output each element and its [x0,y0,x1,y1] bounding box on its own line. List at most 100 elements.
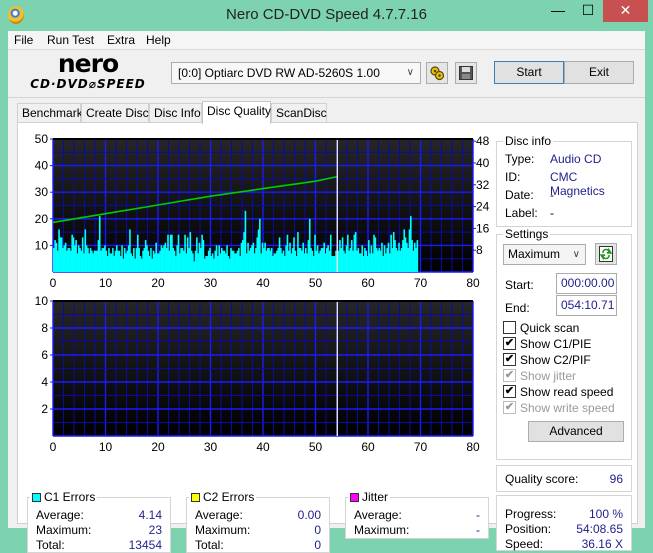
show-jitter-label: Show jitter [520,369,577,383]
disc-info-group: Disc info Type: Audio CD ID: CMC Magneti… [496,134,632,227]
c2-chart: 0 10 20 30 40 50 60 70 80 2 4 6 8 10 [18,291,498,461]
drive-info-button[interactable] [426,62,448,84]
drive-select[interactable]: [0:0] Optiarc DVD RW AD-5260S 1.00 ∨ [171,62,421,84]
x-tick-label: 40 [256,440,270,454]
drive-select-value: [0:0] Optiarc DVD RW AD-5260S 1.00 [178,66,380,80]
menu-help[interactable]: Help [146,33,171,47]
y-tick-label: 6 [41,348,48,362]
x-tick-label: 20 [151,276,165,290]
gear-link-icon [430,66,445,81]
y2-tick-label: 24 [476,200,490,214]
title-bar: Nero CD-DVD Speed 4.7.7.16 — ☐ ✕ [0,0,653,31]
y2-tick-label: 48 [476,134,490,148]
jitter-average-value: - [476,508,480,522]
progress-value: 100 % [588,507,623,521]
c1-title-text: C1 Errors [44,490,96,504]
floppy-disk-icon [459,66,473,80]
jitter-title: Jitter [348,490,391,504]
menu-run-test[interactable]: Run Test [47,33,94,47]
y-tick-label: 20 [35,212,49,226]
c1-bar [416,240,419,272]
speed-label: Speed: [505,537,544,551]
y-tick-label: 2 [41,402,48,416]
x-tick-label: 80 [466,440,480,454]
disc-info-title: Disc info [503,134,554,148]
show-write-speed-checkbox: ✔ Show write speed [503,401,615,415]
speed-select-value: Maximum [508,247,561,261]
show-c1-label: Show C1/PIE [520,337,592,351]
start-label: Start: [505,278,534,292]
c1-average-value: 4.14 [138,508,162,522]
c2-total-value: 0 [314,538,321,552]
y-tick-label: 40 [35,159,49,173]
start-button[interactable]: Start [494,61,564,84]
y2-tick-label: 32 [476,178,490,192]
close-button[interactable]: ✕ [603,0,648,22]
disc-type-label: Type: [505,152,535,166]
quality-score-value: 96 [609,472,623,486]
y2-tick-label: 40 [476,156,490,170]
x-tick-label: 30 [204,276,218,290]
start-time-input[interactable]: 000:00.00 [556,273,617,294]
c2-chart-svg: 0 10 20 30 40 50 60 70 80 2 4 6 8 10 [35,294,480,454]
x-tick-label: 60 [361,276,375,290]
advanced-button[interactable]: Advanced [528,421,624,442]
quick-scan-checkbox[interactable]: Quick scan [503,321,579,335]
c1-errors-group: C1 Errors Average: 4.14 Maximum: 23 Tota… [27,490,171,553]
tab-create-disc[interactable]: Create Disc [81,103,149,123]
progress-label: Progress: [505,507,557,521]
jitter-maximum-value: - [476,523,480,537]
menu-file[interactable]: File [14,33,33,47]
end-time-input[interactable]: 054:10.71 [556,295,617,316]
show-c1-checkbox[interactable]: ✔ Show C1/PIE [503,337,591,351]
minimize-button[interactable]: — [543,0,573,22]
x-tick-label: 50 [309,440,323,454]
disc-label-label: Label: [505,206,538,220]
x-tick-label: 70 [414,440,428,454]
tab-benchmark[interactable]: Benchmark [17,103,83,123]
settings-title: Settings [503,227,551,241]
c2-maximum-value: 0 [314,523,321,537]
logo-subtitle: CD·DVD⌀SPEED [30,77,146,91]
c1-maximum-value: 23 [148,523,162,537]
c1-chart: 0 10 20 30 40 50 60 70 80 10 20 30 40 50 8 16 24 32 40 48 [18,123,498,293]
c1-average-label: Average: [36,508,84,522]
show-c2-checkbox[interactable]: ✔ Show C2/PIF [503,353,591,367]
checkmark-icon: ✔ [503,337,516,350]
tab-disc-quality[interactable]: Disc Quality [202,101,271,124]
refresh-button[interactable] [595,243,617,265]
end-label: End: [505,301,530,315]
speed-select[interactable]: Maximum ∨ [503,244,586,265]
y-tick-label: 10 [35,238,49,252]
show-jitter-checkbox: ✔ Show jitter [503,369,576,383]
maximize-button[interactable]: ☐ [573,0,603,22]
x-tick-label: 20 [151,440,165,454]
exit-button[interactable]: Exit [564,61,634,84]
y-tick-label: 50 [35,132,49,146]
tab-scandisc[interactable]: ScanDisc [271,103,327,123]
progress-group: Progress: 100 % Position: 54:08.65 Speed… [496,495,632,551]
x-tick-label: 10 [99,276,113,290]
x-tick-label: 70 [414,276,428,290]
save-button[interactable] [455,62,477,84]
disc-label-value: - [550,206,554,220]
quick-scan-label: Quick scan [520,321,580,335]
chevron-down-icon: ∨ [406,67,414,78]
toolbar-divider [8,97,645,98]
jitter-maximum-label: Maximum: [354,523,410,537]
jitter-legend-swatch [350,493,359,502]
disc-quality-panel: 0 10 20 30 40 50 60 70 80 10 20 30 40 50 8 16 24 32 40 48 0… [17,122,638,553]
x-tick-label: 80 [466,276,480,290]
y2-tick-label: 8 [476,243,483,257]
checkmark-icon: ✔ [503,353,516,366]
refresh-icon [599,246,613,262]
c2-average-label: Average: [195,508,243,522]
x-tick-label: 60 [361,440,375,454]
show-read-speed-label: Show read speed [520,385,614,399]
c2-errors-title: C2 Errors [189,490,257,504]
show-read-speed-checkbox[interactable]: ✔ Show read speed [503,385,613,399]
tab-disc-info[interactable]: Disc Info [149,103,202,123]
menu-extra[interactable]: Extra [107,33,135,47]
logo-nero-text: nero [57,49,119,78]
position-value: 54:08.65 [576,522,623,536]
